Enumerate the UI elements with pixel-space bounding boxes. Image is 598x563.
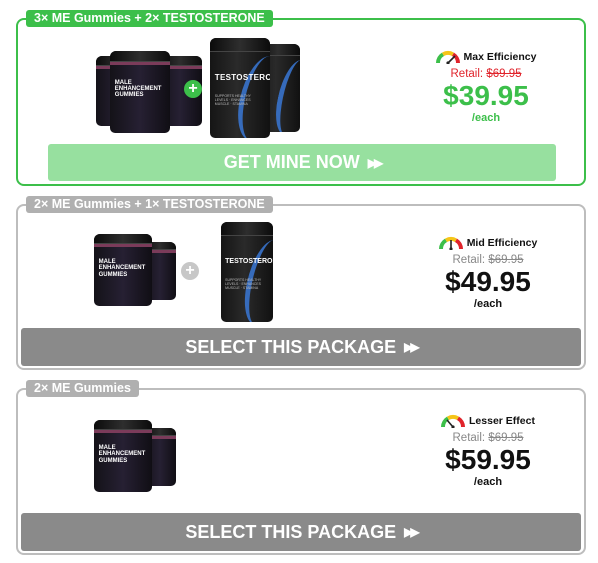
package-price: $59.95 [445,444,531,475]
plus-icon: + [184,80,202,98]
package-card-2-gummies[interactable]: 2× ME Gummies MALE ENHANCEMENT GUMMIES Les… [16,380,586,555]
retail-price: Retail: $69.95 [452,432,524,444]
per-each-label: /each [473,475,503,488]
get-mine-now-button[interactable]: GET MINE NOW ▶▶ [48,144,556,181]
gauge-icon [438,236,463,250]
price-block: Lesser Effect Retail: $69.95 $59.95 /eac… [428,414,548,488]
package-price: $49.95 [445,266,531,297]
package-tag: 2× ME Gummies [26,380,139,397]
double-arrow-icon: ▶▶ [404,525,420,539]
per-each-label: /each [471,111,501,124]
retail-price: Retail: $69.95 [452,254,524,266]
retail-price: Retail: $69.95 [450,68,522,80]
package-price: $39.95 [443,80,529,111]
double-arrow-icon: ▶▶ [367,155,384,170]
plus-icon: + [181,262,199,280]
select-this-package-button[interactable]: SELECT THIS PACKAGE ▶▶ [21,513,581,551]
package-card-3-gummies-2-testosterone[interactable]: 3× ME Gummies + 2× TESTOSTERONE MALE ENHA… [16,10,586,186]
per-each-label: /each [473,297,503,310]
efficiency-label: Max Efficiency [463,51,537,63]
price-block: Mid Efficiency Retail: $69.95 $49.95 /ea… [428,236,548,310]
efficiency-label: Mid Efficiency [466,237,538,249]
gauge-icon [441,414,466,428]
package-card-2-gummies-1-testosterone[interactable]: 2× ME Gummies + 1× TESTOSTERONE MALE ENHA… [16,196,586,370]
double-arrow-icon: ▶▶ [404,340,420,354]
package-tag: 2× ME Gummies + 1× TESTOSTERONE [26,196,273,213]
price-block: Max Efficiency Retail: $69.95 $39.95 /ea… [426,50,546,124]
select-this-package-button[interactable]: SELECT THIS PACKAGE ▶▶ [21,328,581,366]
gauge-icon [435,50,460,64]
efficiency-label: Lesser Effect [469,415,535,427]
package-tag: 3× ME Gummies + 2× TESTOSTERONE [26,10,273,27]
